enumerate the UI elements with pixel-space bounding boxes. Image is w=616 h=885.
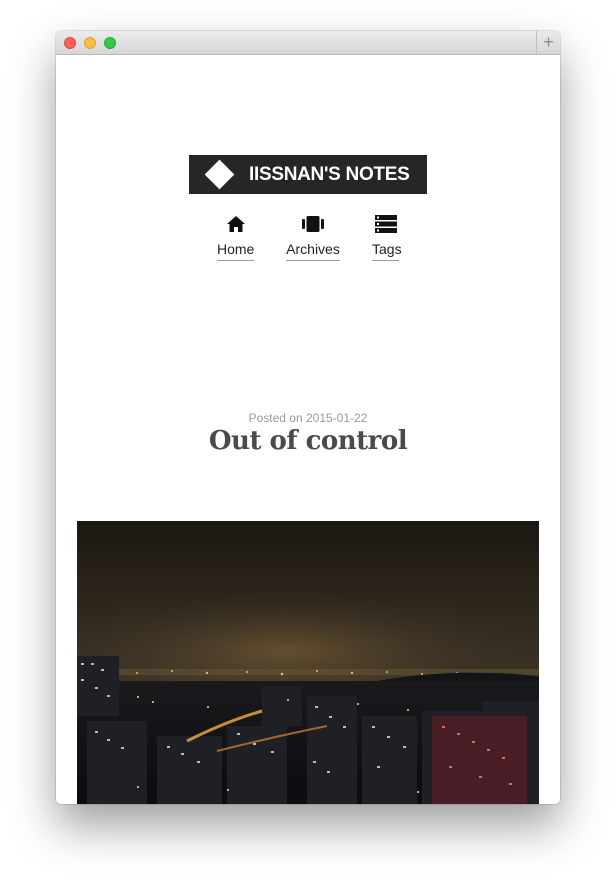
archive-icon [302,216,324,232]
nav-home[interactable]: Home [217,215,254,265]
nav-archives-label: Archives [286,241,340,261]
nav-tags[interactable]: Tags [372,215,402,265]
title-bar: + [56,31,560,55]
night-city-image [77,521,539,804]
minimize-window-button[interactable] [84,37,96,49]
nav-tags-label: Tags [372,241,402,261]
diamond-icon [204,159,235,190]
nav-archives[interactable]: Archives [286,215,340,265]
maximize-window-button[interactable] [104,37,116,49]
tags-icon [374,215,397,233]
post-photo [77,521,539,804]
page-content: IISSNAN'S NOTES Home Archives Tags Poste… [56,55,560,804]
new-tab-button[interactable]: + [536,31,560,54]
post-title[interactable]: Out of control [56,426,560,456]
browser-window: + IISSNAN'S NOTES Home Archives Tags Pos… [56,31,560,804]
close-window-button[interactable] [64,37,76,49]
site-logo[interactable]: IISSNAN'S NOTES [189,155,427,194]
site-title: IISSNAN'S NOTES [249,164,410,185]
post-date: Posted on 2015-01-22 [248,411,368,425]
nav-home-label: Home [217,241,254,261]
home-icon [226,216,245,232]
